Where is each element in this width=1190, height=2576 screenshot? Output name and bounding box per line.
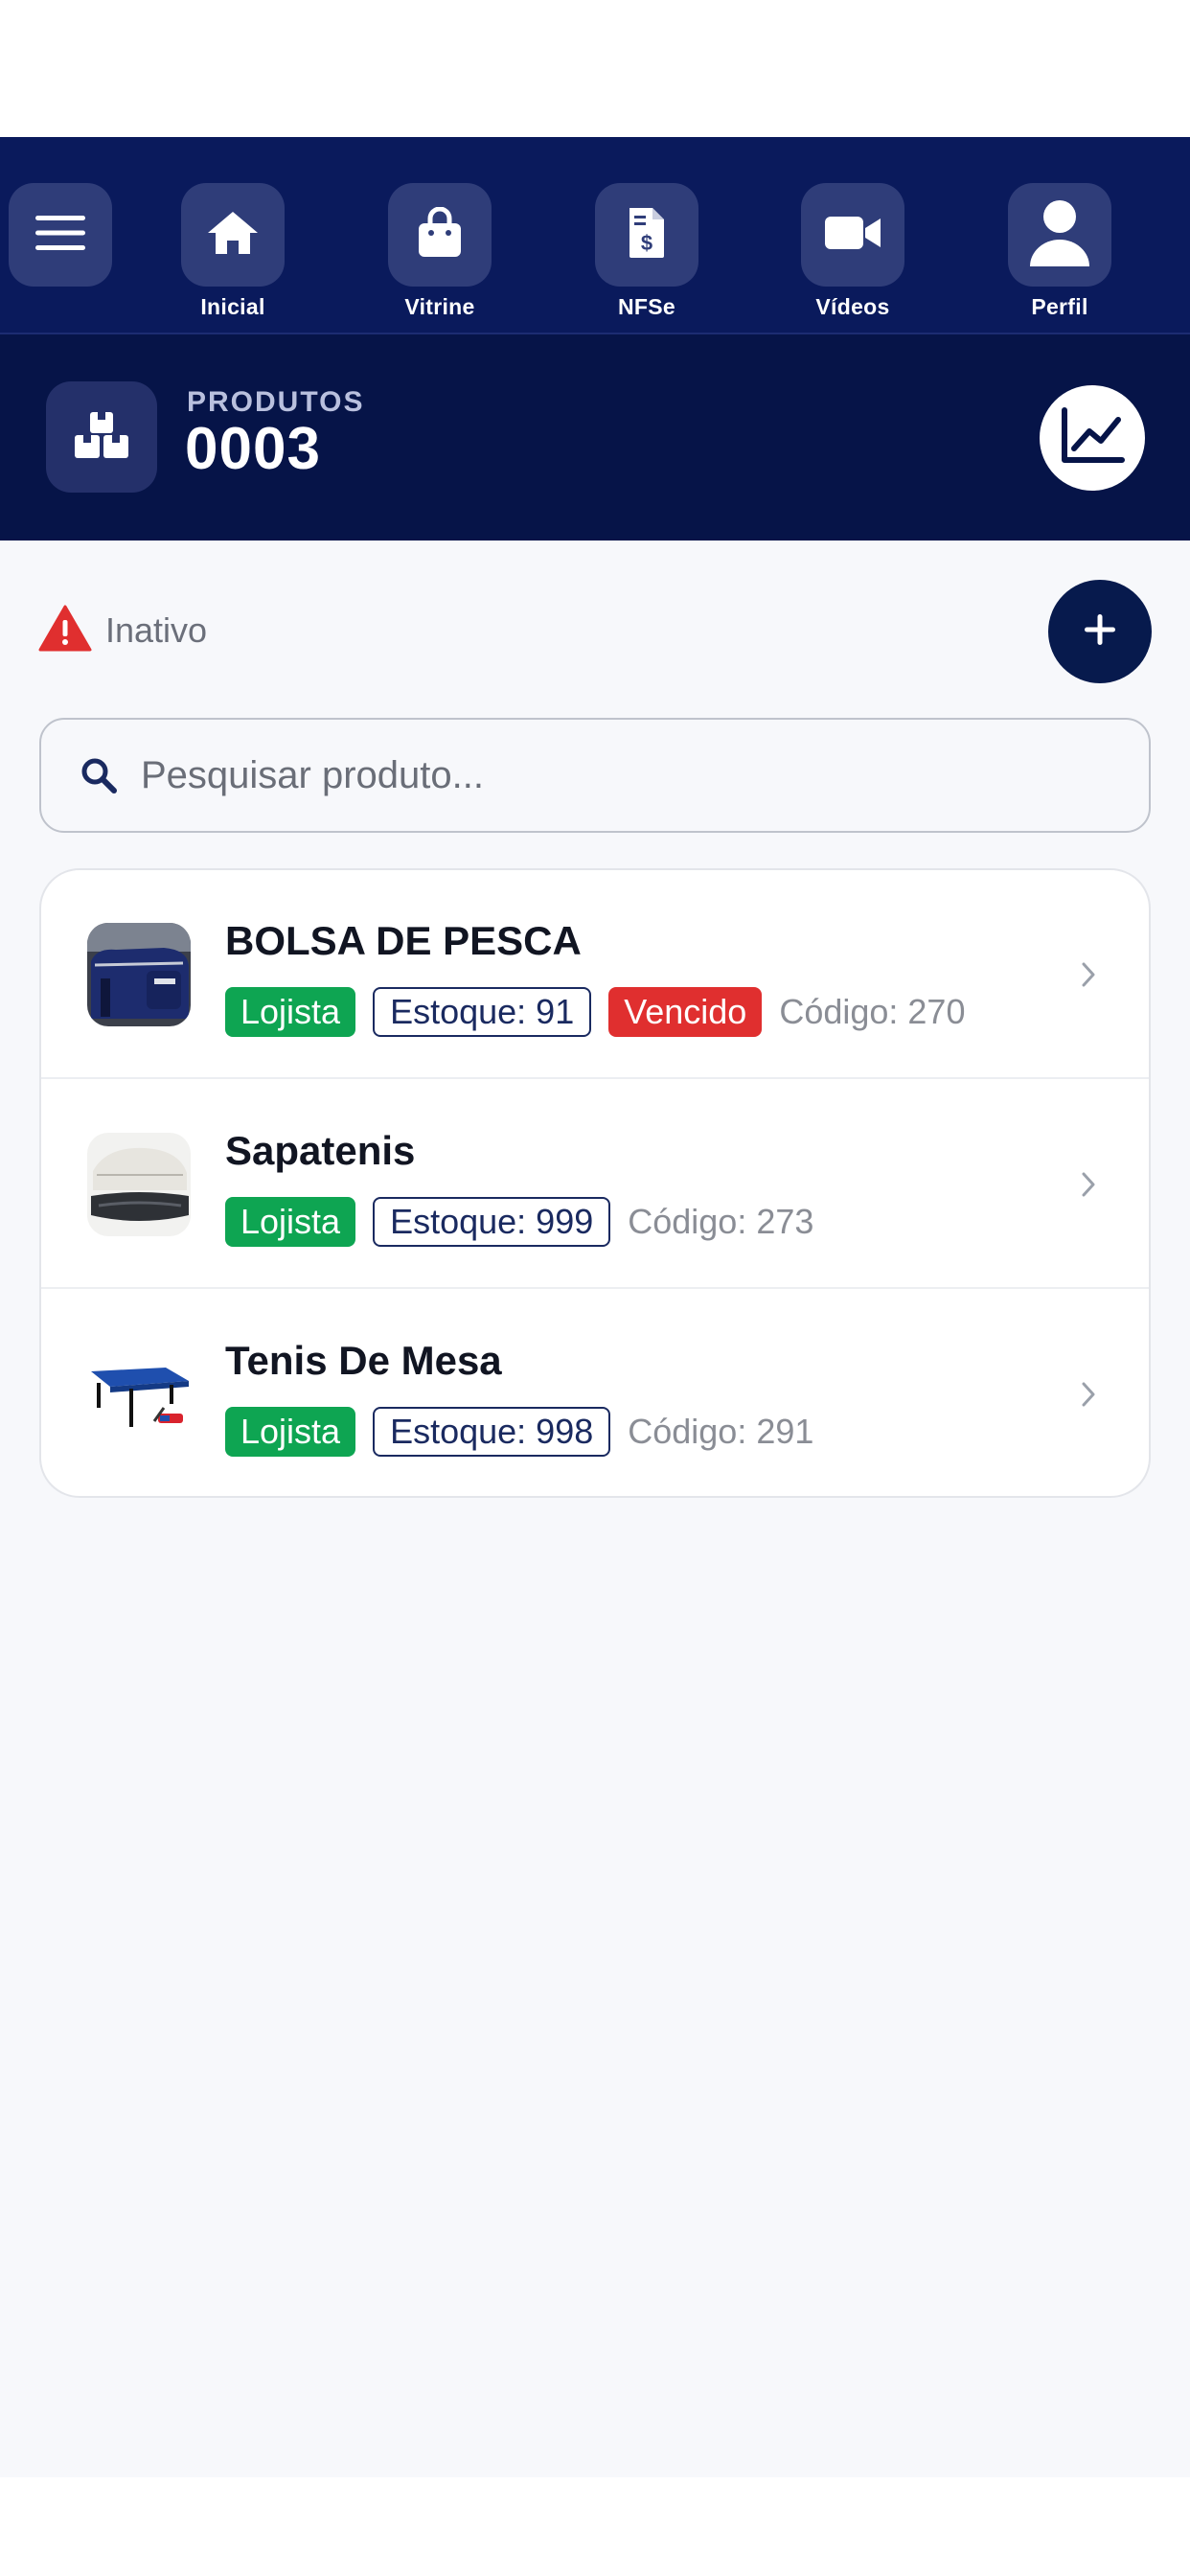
product-list: BOLSA DE PESCA Lojista Estoque: 91 Venci…: [39, 868, 1151, 1498]
product-row[interactable]: Sapatenis Lojista Estoque: 999 Código: 2…: [41, 1080, 1149, 1289]
product-code: Código: 273: [628, 1202, 814, 1241]
product-badges: Lojista Estoque: 91 Vencido Código: 270: [225, 987, 965, 1037]
nav-label: Inicial: [200, 294, 265, 319]
chevron-right-icon: [1074, 958, 1103, 991]
bottom-area: [0, 2477, 1190, 2576]
line-chart-icon: [1059, 406, 1126, 471]
nav-item-nfse[interactable]: $ NFSe: [584, 183, 709, 327]
plus-icon: [1083, 612, 1117, 652]
product-row[interactable]: Tenis De Mesa Lojista Estoque: 998 Códig…: [41, 1290, 1149, 1496]
svg-text:$: $: [641, 231, 652, 255]
product-code: Código: 270: [779, 992, 966, 1031]
products-header: PRODUTOS 0003: [0, 334, 1190, 540]
product-row[interactable]: BOLSA DE PESCA Lojista Estoque: 91 Venci…: [41, 870, 1149, 1079]
top-navigation: Inicial Vitrine $ NFSe Vídeos Perfil: [0, 137, 1190, 334]
shopping-bag-icon: [416, 206, 464, 264]
status-bar-area: [0, 0, 1190, 137]
stock-badge: Estoque: 999: [373, 1197, 611, 1247]
type-badge: Lojista: [225, 987, 356, 1037]
search-box: [39, 718, 1151, 833]
product-name: BOLSA DE PESCA: [225, 918, 582, 963]
nav-item-perfil[interactable]: Perfil: [997, 183, 1122, 327]
menu-button[interactable]: [9, 183, 112, 287]
product-thumbnail: [87, 1133, 191, 1236]
product-thumbnail: [87, 1343, 191, 1446]
stats-button[interactable]: [1040, 385, 1145, 491]
stock-badge: Estoque: 998: [373, 1407, 611, 1457]
product-badges: Lojista Estoque: 998 Código: 291: [225, 1407, 813, 1457]
product-code: Código: 291: [628, 1412, 814, 1451]
product-name: Sapatenis: [225, 1128, 416, 1173]
products-caption: PRODUTOS: [187, 386, 365, 418]
products-count: 0003: [185, 416, 321, 482]
status-label: Inativo: [105, 610, 208, 650]
product-thumbnail: [87, 923, 191, 1026]
user-icon: [1028, 197, 1091, 273]
type-badge: Lojista: [225, 1197, 356, 1247]
chevron-right-icon: [1074, 1168, 1103, 1201]
status-filter[interactable]: Inativo: [38, 604, 207, 657]
invoice-dollar-icon: $: [626, 206, 668, 264]
video-camera-icon: [823, 213, 882, 258]
nav-label: Vídeos: [815, 294, 890, 319]
nav-item-videos[interactable]: Vídeos: [790, 183, 915, 327]
type-badge: Lojista: [225, 1407, 356, 1457]
products-icon-box: [46, 381, 157, 493]
search-input[interactable]: [141, 753, 1099, 797]
stock-badge: Estoque: 91: [373, 987, 592, 1037]
product-name: Tenis De Mesa: [225, 1338, 502, 1383]
product-badges: Lojista Estoque: 999 Código: 273: [225, 1197, 813, 1247]
add-product-button[interactable]: [1048, 580, 1152, 683]
search-icon: [78, 754, 120, 796]
nav-item-inicial[interactable]: Inicial: [171, 183, 295, 327]
warning-icon: [38, 605, 92, 657]
expired-badge: Vencido: [608, 987, 763, 1037]
nav-item-vitrine[interactable]: Vitrine: [378, 183, 502, 327]
boxes-icon: [73, 410, 130, 465]
nav-label: Perfil: [1031, 294, 1088, 319]
hamburger-icon: [34, 212, 87, 259]
nav-label: Vitrine: [404, 294, 475, 319]
chevron-right-icon: [1074, 1378, 1103, 1411]
nav-label: NFSe: [618, 294, 675, 319]
home-icon: [206, 209, 260, 262]
